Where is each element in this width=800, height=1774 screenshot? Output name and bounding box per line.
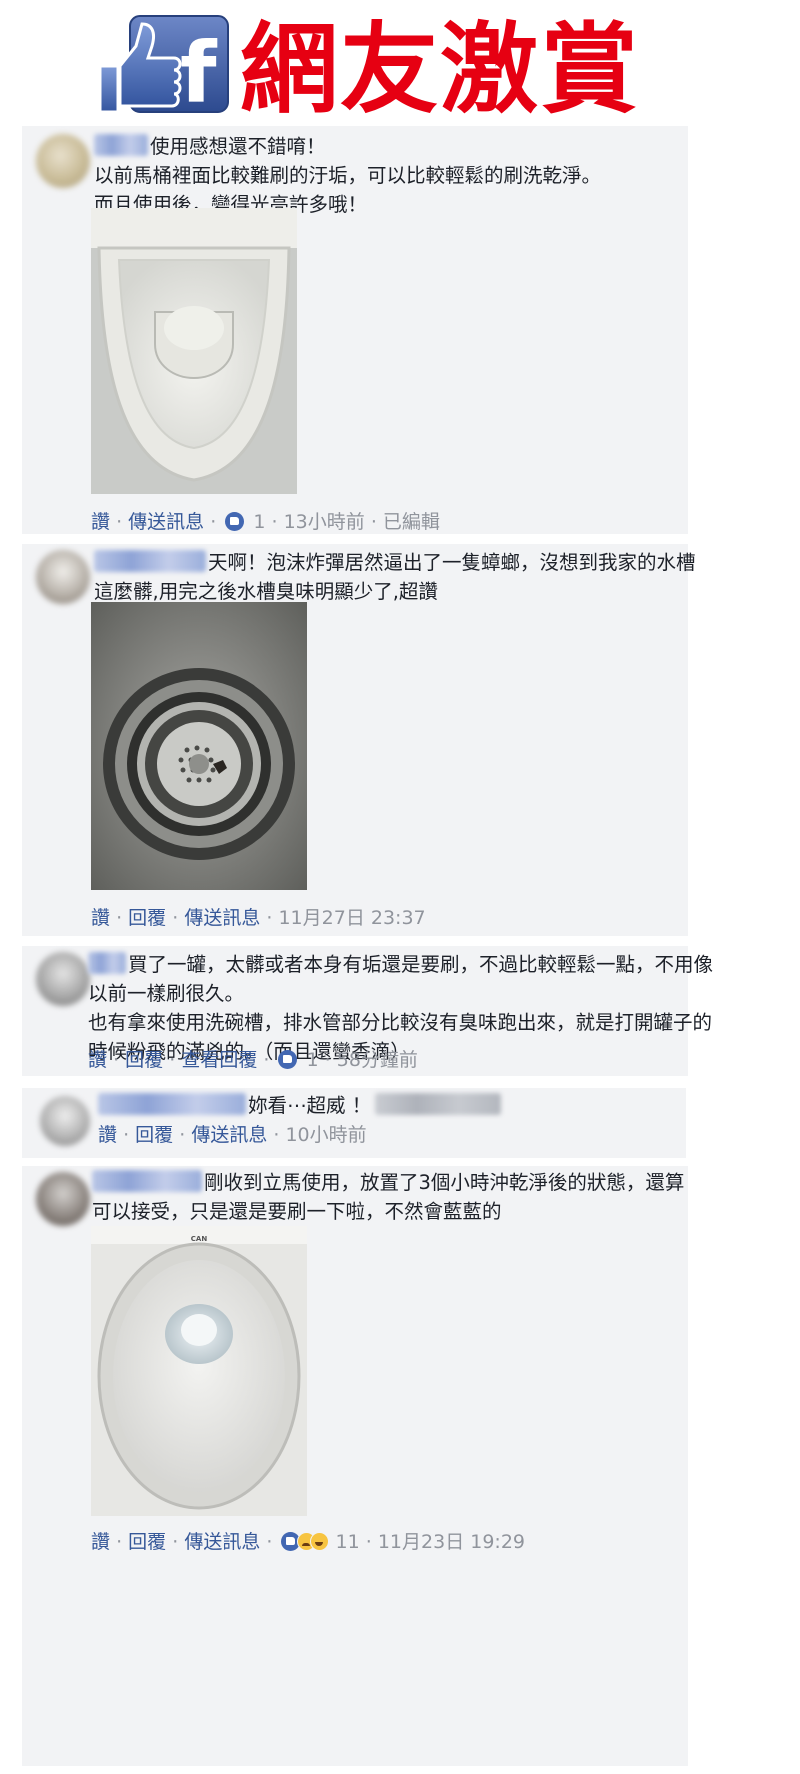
comment-actions: 讚 · 回覆 · 傳送訊息 · 10小時前: [98, 1124, 367, 1146]
reaction-count[interactable]: 11: [336, 1531, 360, 1553]
page-title: 網友激賞: [240, 13, 641, 127]
comment-actions: 讚 · 傳送訊息 · 1 · 13小時前 · 已編輯: [91, 511, 440, 533]
avatar[interactable]: [36, 134, 90, 188]
reaction-count[interactable]: 1: [307, 1049, 319, 1071]
comment-photo[interactable]: [91, 602, 307, 890]
reply-link[interactable]: 回覆: [135, 1124, 173, 1146]
send-message-link[interactable]: 傳送訊息: [184, 907, 260, 929]
comment-actions: 讚 · 回覆 · 查看回覆 · 1 · 58分鐘前: [88, 1049, 418, 1071]
tagged-friends[interactable]: [375, 1093, 502, 1115]
commenter-name[interactable]: [88, 952, 126, 974]
reply-link[interactable]: 回覆: [125, 1049, 163, 1071]
reaction-count[interactable]: 1: [253, 511, 265, 533]
avatar[interactable]: [40, 1096, 90, 1146]
comment-text: 天啊！泡沫炸彈居然逼出了一隻蟑螂，沒想到我家的水槽 這麼髒,用完之後水槽臭味明顯…: [94, 550, 696, 603]
comment-photo[interactable]: CAN: [91, 1226, 307, 1516]
comment-card: 使用感想還不錯唷！ 以前馬桶裡面比較難刷的汙垢，可以比較輕鬆的刷洗乾淨。 而且使…: [22, 126, 688, 534]
facebook-like-logo-icon: f: [98, 15, 229, 118]
timestamp[interactable]: 11月27日 23:37: [278, 907, 425, 929]
comment-photo[interactable]: [91, 208, 297, 494]
like-link[interactable]: 讚: [91, 1531, 110, 1553]
like-link[interactable]: 讚: [88, 1049, 107, 1071]
send-message-link[interactable]: 傳送訊息: [128, 511, 204, 533]
comment-card: 買了一罐，太髒或者本身有垢還是要刷，不過比較輕鬆一點，不用像 以前一樣刷很久。 …: [22, 946, 713, 1076]
comment-card: 天啊！泡沫炸彈居然逼出了一隻蟑螂，沒想到我家的水槽 這麼髒,用完之後水槽臭味明顯…: [22, 544, 696, 936]
like-link[interactable]: 讚: [98, 1124, 117, 1146]
reply-link[interactable]: 回覆: [128, 1531, 166, 1553]
comment-actions: 讚 · 回覆 · 傳送訊息 · 11 · 11月23日 19:29: [91, 1531, 525, 1553]
comment-card: 妳看⋯超威 ！ 讚 · 回覆 · 傳送訊息 · 10小時前: [22, 1088, 686, 1158]
avatar[interactable]: [36, 952, 90, 1006]
like-reaction-icon: [225, 512, 245, 531]
edited-label[interactable]: 已編輯: [383, 511, 440, 533]
commenter-name[interactable]: [94, 134, 148, 156]
timestamp[interactable]: 11月23日 19:29: [378, 1531, 525, 1553]
svg-text:CAN: CAN: [191, 1235, 208, 1243]
view-replies-link[interactable]: 查看回覆: [181, 1049, 257, 1071]
reply-link[interactable]: 回覆: [128, 907, 166, 929]
comment-text: 使用感想還不錯唷！ 以前馬桶裡面比較難刷的汙垢，可以比較輕鬆的刷洗乾淨。 而且使…: [94, 134, 602, 216]
commenter-name[interactable]: [94, 550, 206, 572]
send-message-link[interactable]: 傳送訊息: [191, 1124, 267, 1146]
haha-reaction-icon: [310, 1532, 330, 1551]
comment-text: 剛收到立馬使用，放置了3個小時沖乾淨後的狀態，還算 可以接受，只是還是要刷一下啦…: [92, 1170, 685, 1223]
timestamp[interactable]: 13小時前: [284, 511, 365, 533]
comment-text: 妳看⋯超威 ！: [98, 1091, 503, 1120]
like-reaction-icon: [278, 1050, 298, 1069]
commenter-name[interactable]: [98, 1093, 246, 1115]
comment-card: 剛收到立馬使用，放置了3個小時沖乾淨後的狀態，還算 可以接受，只是還是要刷一下啦…: [22, 1166, 688, 1766]
timestamp[interactable]: 58分鐘前: [337, 1049, 418, 1071]
svg-text:f: f: [180, 24, 218, 118]
like-link[interactable]: 讚: [91, 907, 110, 929]
like-link[interactable]: 讚: [91, 511, 110, 533]
timestamp[interactable]: 10小時前: [285, 1124, 366, 1146]
header-banner: f 網友激賞: [0, 0, 800, 140]
avatar[interactable]: [36, 550, 90, 604]
send-message-link[interactable]: 傳送訊息: [184, 1531, 260, 1553]
avatar[interactable]: [36, 1172, 90, 1226]
comment-actions: 讚 · 回覆 · 傳送訊息 · 11月27日 23:37: [91, 907, 426, 929]
commenter-name[interactable]: [92, 1170, 202, 1192]
